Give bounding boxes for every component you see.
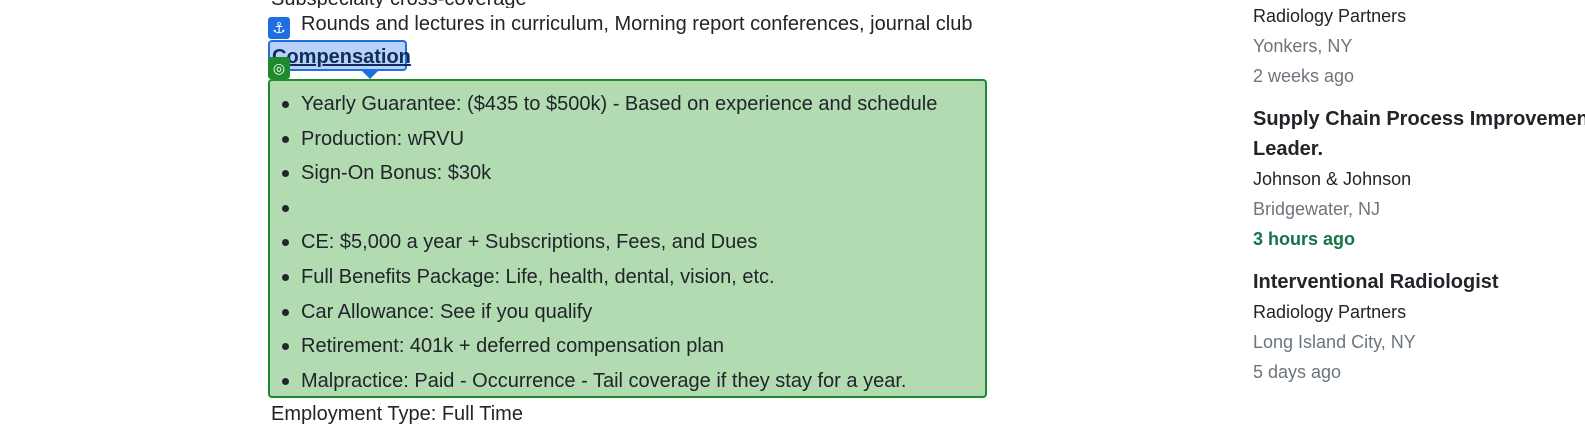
job-posted-time: 2 weeks ago (1253, 66, 1355, 86)
job-company: Johnson & Johnson (1253, 169, 1412, 189)
compensation-heading[interactable]: Compensation (272, 46, 411, 69)
list-item: Malpractice: Paid - Occurrence - Tail co… (281, 364, 937, 399)
job-company: Radiology Partners (1253, 302, 1407, 322)
anchor-icon: ⚓ (268, 17, 290, 39)
list-item: Full Benefits Package: Life, health, den… (281, 260, 937, 295)
list-item: Sign-On Bonus: $30k (281, 156, 937, 191)
rounds-text: Rounds and lectures in curriculum, Morni… (301, 13, 973, 35)
callout-pointer (362, 71, 378, 79)
previous-bullet-text: Subspecialty cross-coverage (271, 0, 691, 8)
target-icon: ◎ (268, 57, 290, 79)
job-location: Yonkers, NY (1253, 36, 1353, 56)
list-item (281, 191, 937, 226)
job-title-link[interactable]: Supply Chain Process Improvement (1253, 108, 1585, 131)
job-location: Long Island City, NY (1253, 332, 1416, 352)
list-item: CE: $5,000 a year + Subscriptions, Fees,… (281, 225, 937, 260)
compensation-list: Yearly Guarantee: ($435 to $500k) - Base… (281, 87, 937, 399)
job-company: Radiology Partners (1253, 6, 1407, 26)
job-location: Bridgewater, NJ (1253, 199, 1381, 219)
job-posted-time: 3 hours ago (1253, 229, 1356, 249)
list-item: Car Allowance: See if you qualify (281, 295, 937, 330)
list-item: Retirement: 401k + deferred compensation… (281, 329, 937, 364)
list-item: Production: wRVU (281, 122, 937, 157)
list-item: Yearly Guarantee: ($435 to $500k) - Base… (281, 87, 937, 122)
job-posted-time: 5 days ago (1253, 362, 1342, 382)
job-title-link-continued[interactable]: Leader. (1253, 138, 1323, 161)
job-title-link[interactable]: Interventional Radiologist (1253, 271, 1499, 294)
